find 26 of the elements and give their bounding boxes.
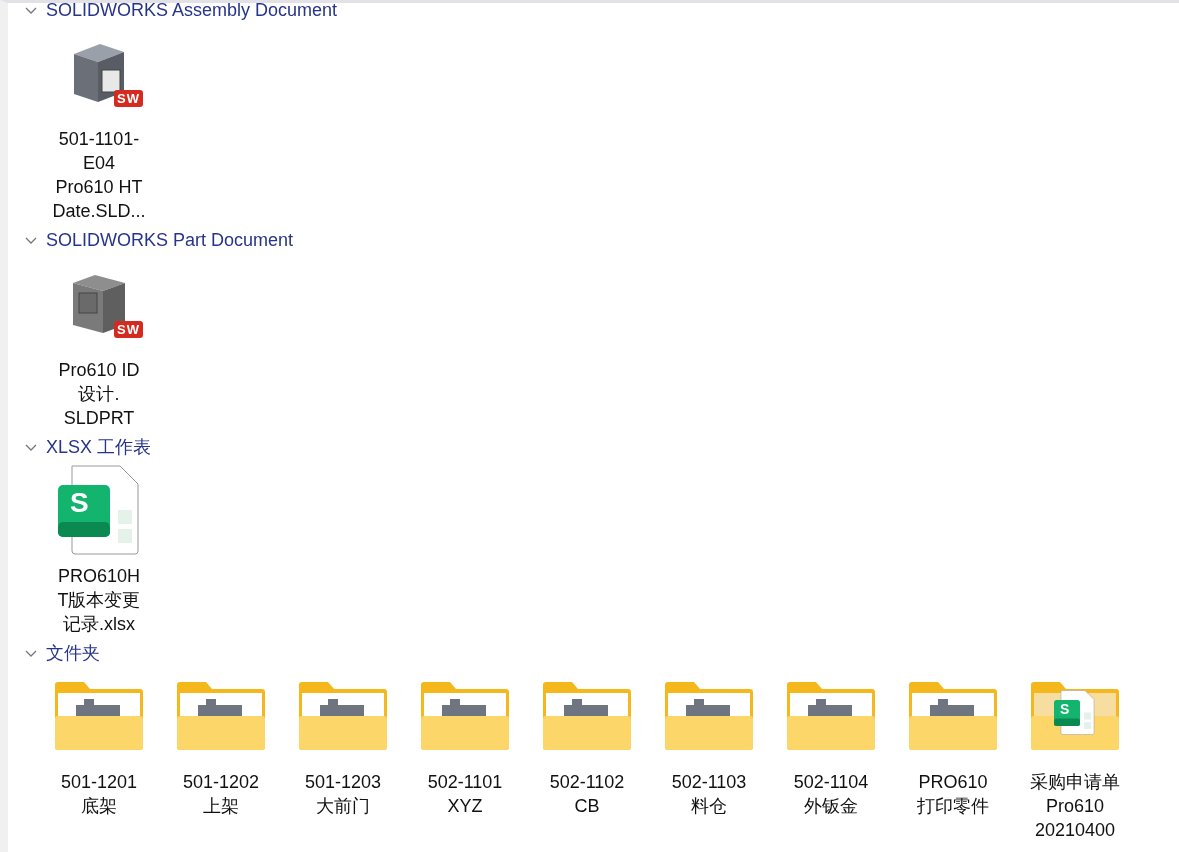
file-name[interactable]: PRO610H T版本变更 记录.xlsx [57, 563, 141, 636]
folder-icon [176, 681, 266, 751]
group-title[interactable]: SOLIDWORKS Assembly Document [46, 3, 338, 21]
file-name[interactable]: PRO610 打印零件 [917, 770, 989, 818]
folder-icon [420, 681, 510, 751]
group-title[interactable]: XLSX 工作表 [46, 434, 152, 459]
folder-icon [542, 681, 632, 751]
folder-icon [908, 681, 998, 751]
file-name[interactable]: 501-1202 上架 [182, 770, 260, 818]
folder-icon [298, 681, 388, 751]
folder-icon [786, 681, 876, 751]
file-name[interactable]: 502-1103 料仓 [671, 770, 747, 818]
file-name[interactable]: 采购申请单 Pro610 20210400 [1030, 770, 1120, 842]
file-name[interactable]: 502-1101 XYZ [427, 770, 503, 818]
group-title[interactable]: 文件夹 [46, 640, 100, 665]
solidworks-badge: SW [114, 320, 143, 338]
file-name[interactable]: Pro610 ID 设计. SLDPRT [58, 357, 140, 430]
folder-icon [664, 681, 754, 751]
file-name[interactable]: 502-1102 CB [549, 770, 625, 818]
file-name[interactable]: 501-1201 底架 [60, 770, 138, 818]
file-name[interactable]: 502-1104 外钣金 [793, 770, 869, 818]
solidworks-badge: SW [114, 90, 143, 108]
group-title[interactable]: SOLIDWORKS Part Document [46, 229, 294, 251]
folder-icon [54, 681, 144, 751]
file-name[interactable]: 501-1203 大前门 [304, 770, 382, 818]
file-name[interactable]: 501-1101- E04 Pro610 HT Date.SLD... [52, 127, 146, 224]
